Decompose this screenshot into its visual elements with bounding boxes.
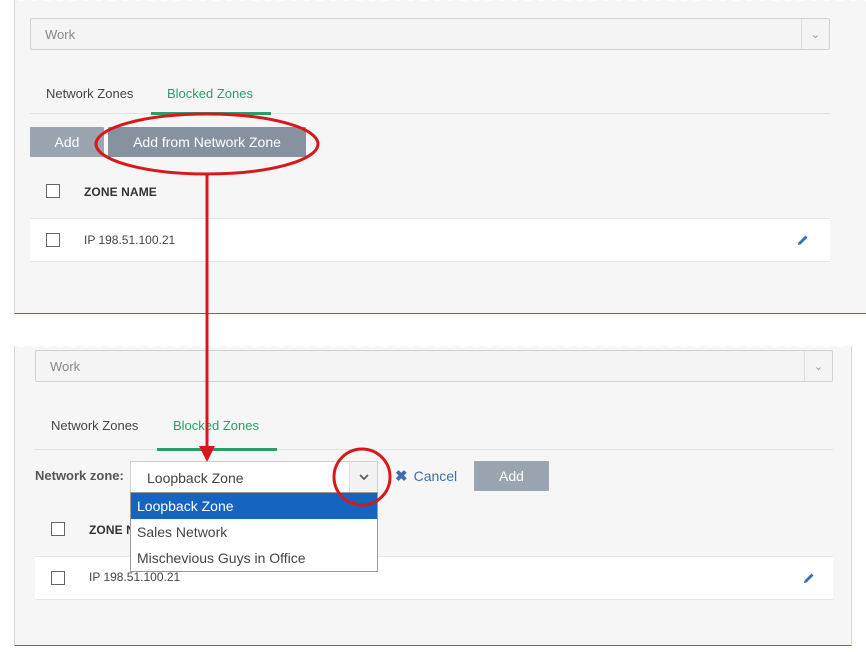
chevron-down-icon[interactable]: ⌄	[801, 19, 829, 49]
row-checkbox[interactable]	[46, 233, 60, 247]
tab-network-zones[interactable]: Network Zones	[46, 74, 133, 114]
add-from-network-zone-button[interactable]: Add from Network Zone	[108, 127, 306, 157]
profile-select[interactable]: Work ⌄	[30, 18, 830, 50]
dropdown-option[interactable]: Mischevious Guys in Office	[131, 545, 377, 571]
tab-blocked-zones[interactable]: Blocked Zones	[151, 74, 271, 115]
zone-name-cell: IP 198.51.100.21	[89, 570, 181, 584]
chevron-down-icon[interactable]	[349, 462, 377, 492]
zone-tabs: Network Zones Blocked Zones	[30, 74, 830, 115]
network-zone-dropdown: Loopback Zone Sales Network Mischevious …	[130, 492, 378, 572]
row-checkbox[interactable]	[51, 571, 65, 585]
top-screenshot-panel: Work ⌄ Network Zones Blocked Zones Add A…	[14, 0, 866, 314]
cancel-link[interactable]: ✖ Cancel	[395, 467, 457, 485]
dropdown-option[interactable]: Sales Network	[131, 519, 377, 545]
select-all-checkbox[interactable]	[51, 522, 65, 536]
network-zone-selected: Loopback Zone	[147, 470, 244, 486]
zone-name-cell: IP 198.51.100.21	[84, 233, 176, 247]
bottom-screenshot-panel: Work ⌄ Network Zones Blocked Zones Netwo…	[14, 340, 852, 646]
profile-select-value: Work	[50, 359, 81, 374]
network-zone-label: Network zone:	[35, 468, 124, 483]
torn-edge	[15, 0, 866, 10]
table-row: IP 198.51.100.21	[30, 218, 830, 262]
pencil-icon[interactable]	[797, 234, 809, 246]
tab-network-zones[interactable]: Network Zones	[51, 406, 138, 450]
zone-name-header: ZONE NAME	[84, 185, 157, 199]
network-zone-select[interactable]: Loopback Zone	[130, 461, 378, 493]
cancel-label: Cancel	[413, 468, 458, 484]
add-button[interactable]: Add	[30, 127, 104, 157]
zone-name-header: ZONE N	[89, 523, 135, 537]
tab-blocked-zones[interactable]: Blocked Zones	[157, 406, 277, 451]
add-button[interactable]: Add	[474, 461, 549, 491]
close-icon: ✖	[395, 468, 408, 485]
profile-select-value: Work	[45, 27, 76, 42]
pencil-icon[interactable]	[803, 572, 815, 584]
zone-tabs: Network Zones Blocked Zones	[35, 406, 833, 451]
profile-select[interactable]: Work ⌄	[35, 350, 833, 382]
chevron-down-icon[interactable]: ⌄	[804, 351, 832, 381]
select-all-checkbox[interactable]	[46, 184, 60, 198]
dropdown-option[interactable]: Loopback Zone	[131, 493, 377, 519]
